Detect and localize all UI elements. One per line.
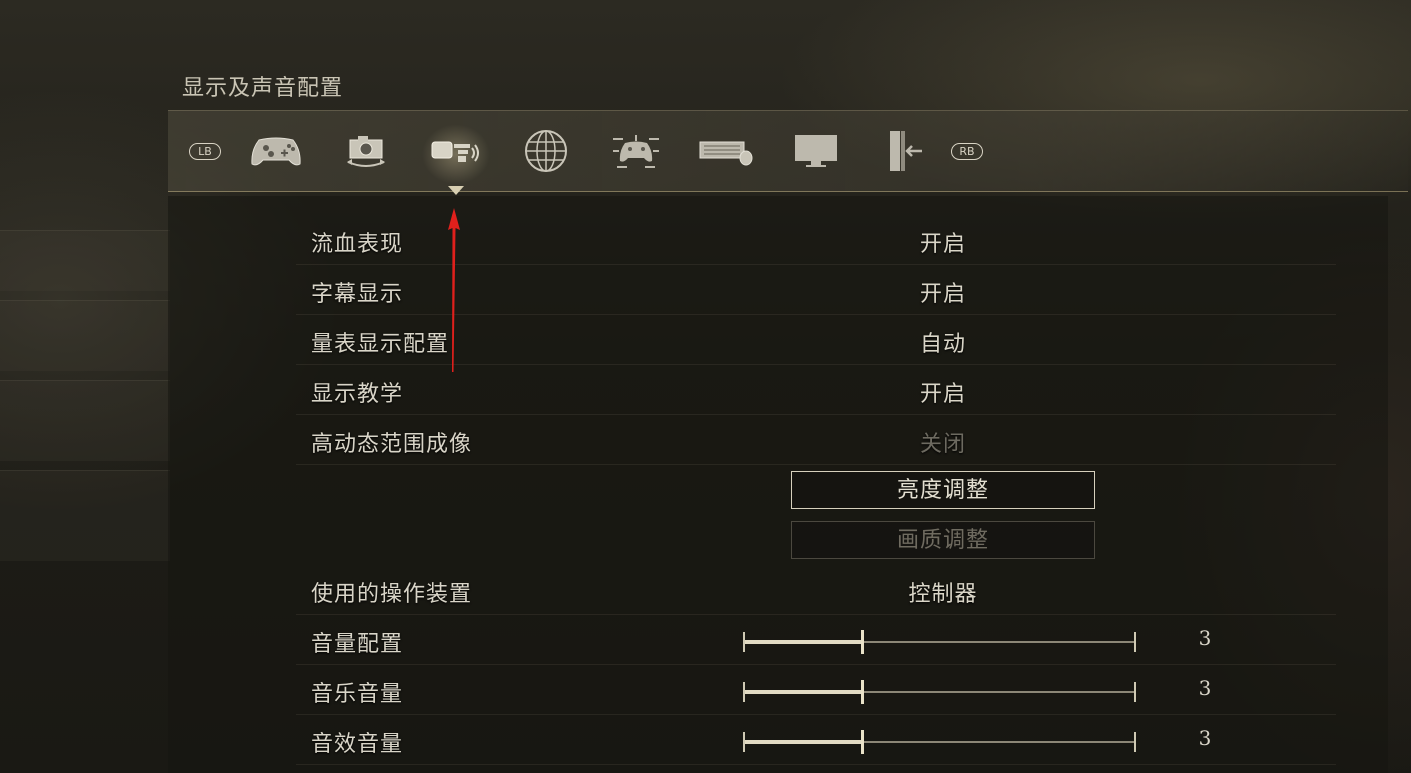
slider-end-cap — [1134, 682, 1136, 702]
setting-label-input-device: 使用的操作装置 — [311, 582, 473, 607]
slider-fill — [745, 640, 862, 644]
background-stone — [0, 470, 170, 561]
red-arrow-annotation — [448, 208, 460, 372]
music-volume-slider[interactable] — [743, 680, 1136, 704]
slider-start-cap — [743, 732, 745, 752]
setting-label-tutorials: 显示教学 — [311, 382, 404, 407]
setting-value-input-device[interactable]: 控制器 — [843, 576, 1043, 608]
setting-label-music-volume: 音乐音量 — [311, 682, 404, 707]
exit-door-icon — [890, 131, 922, 171]
globe-icon — [525, 130, 567, 172]
tab-network[interactable] — [518, 118, 574, 184]
setting-label-master-volume: 音量配置 — [311, 632, 404, 657]
setting-label-blood: 流血表现 — [311, 232, 404, 257]
tab-display-sound[interactable] — [420, 118, 492, 184]
slider-start-cap — [743, 632, 745, 652]
controller-mapping-icon — [613, 135, 659, 168]
tab-key-config[interactable] — [606, 118, 666, 184]
setting-label-hdr: 高动态范围成像 — [311, 432, 473, 457]
master-volume-slider[interactable] — [743, 630, 1136, 654]
setting-value-blood[interactable]: 开启 — [843, 226, 1043, 258]
setting-value-subtitles[interactable]: 开启 — [843, 276, 1043, 308]
setting-label-sfx-volume: 音效音量 — [311, 732, 404, 757]
tab-camera[interactable] — [336, 118, 396, 184]
music-volume-value: 3 — [1198, 676, 1212, 700]
lb-bumper-hint[interactable]: LB — [189, 143, 221, 160]
setting-value-hud[interactable]: 自动 — [843, 326, 1043, 358]
slider-thumb[interactable] — [861, 680, 864, 704]
camera-icon — [347, 136, 385, 167]
quality-adjust-button: 画质调整 — [791, 521, 1095, 559]
brightness-adjust-button[interactable]: 亮度调整 — [791, 471, 1095, 509]
tab-exit[interactable] — [880, 118, 928, 184]
monitor-icon — [795, 135, 837, 167]
background-stone — [0, 230, 170, 291]
sfx-volume-value: 3 — [1198, 726, 1212, 750]
game-settings-screen: 显示及声音配置 LB RB 流血表现 开启 字幕显示 开启 量表显示配置 自动 … — [0, 0, 1411, 773]
slider-end-cap — [1134, 732, 1136, 752]
tab-keyboard-mouse[interactable] — [696, 118, 756, 184]
setting-label-hud: 量表显示配置 — [311, 332, 450, 357]
setting-label-subtitles: 字幕显示 — [311, 282, 404, 307]
slider-thumb[interactable] — [861, 730, 864, 754]
keyboard-mouse-icon — [699, 141, 753, 166]
tab-gamepad[interactable] — [246, 118, 306, 184]
slider-start-cap — [743, 682, 745, 702]
slider-thumb[interactable] — [861, 630, 864, 654]
background-stone — [0, 300, 170, 371]
setting-value-tutorials[interactable]: 开启 — [843, 376, 1043, 408]
active-tab-indicator — [448, 186, 464, 195]
tab-display[interactable] — [790, 118, 842, 184]
rb-bumper-hint[interactable]: RB — [951, 143, 983, 160]
background-stone — [0, 380, 170, 461]
sfx-volume-slider[interactable] — [743, 730, 1136, 754]
slider-fill — [745, 740, 862, 744]
gamepad-icon — [251, 137, 301, 166]
slider-end-cap — [1134, 632, 1136, 652]
page-title: 显示及声音配置 — [182, 76, 344, 101]
master-volume-value: 3 — [1198, 626, 1212, 650]
slider-fill — [745, 690, 862, 694]
display-sound-icon — [431, 141, 479, 162]
setting-value-hdr: 关闭 — [919, 432, 966, 457]
